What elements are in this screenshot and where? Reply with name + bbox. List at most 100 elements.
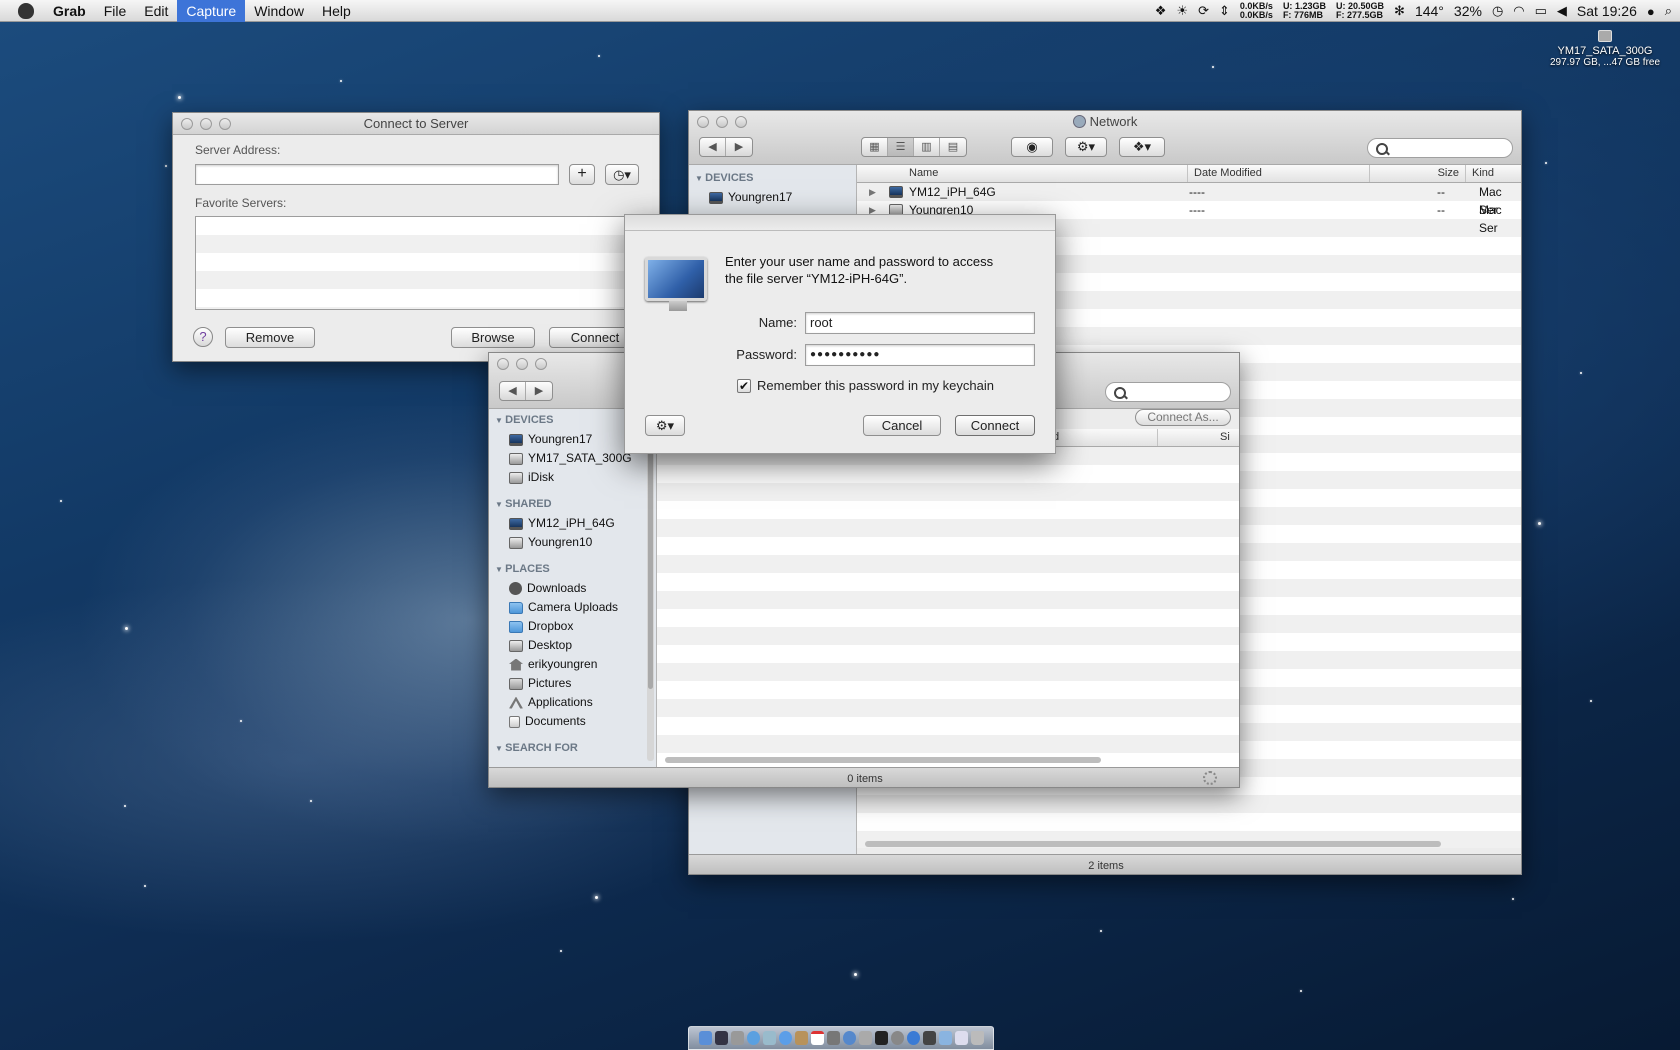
sidebar-scrollbar[interactable] <box>647 409 654 761</box>
zoom-button[interactable] <box>219 118 231 130</box>
minimize-button[interactable] <box>516 358 528 370</box>
forward-icon[interactable]: ▶ <box>526 382 552 400</box>
user-icon[interactable]: ● <box>1647 4 1655 19</box>
help-button[interactable]: ? <box>193 327 213 347</box>
minimize-button[interactable] <box>200 118 212 130</box>
list-view-icon[interactable]: ☰ <box>888 138 914 156</box>
search-field[interactable] <box>1105 382 1231 402</box>
connect-button[interactable]: Connect <box>955 415 1035 436</box>
finder-icon[interactable] <box>698 1031 712 1045</box>
window-titlebar[interactable]: Connect to Server <box>173 113 659 135</box>
sync-icon[interactable]: ⟳ <box>1198 3 1209 19</box>
menu-window[interactable]: Window <box>245 0 313 22</box>
system-preferences-icon[interactable] <box>890 1031 904 1045</box>
column-size[interactable]: Si <box>1157 429 1230 446</box>
terminal-icon[interactable] <box>874 1031 888 1045</box>
sidebar-item-dropbox[interactable]: Dropbox <box>489 617 656 636</box>
ical-icon[interactable] <box>810 1031 824 1045</box>
back-icon[interactable]: ◀ <box>700 138 726 156</box>
mail-icon[interactable] <box>762 1031 776 1045</box>
menu-edit[interactable]: Edit <box>135 0 177 22</box>
column-view-icon[interactable]: ▥ <box>914 138 940 156</box>
network-speed[interactable]: 0.0KB/s 0.0KB/s <box>1240 2 1273 20</box>
temperature[interactable]: 144° <box>1415 3 1444 19</box>
disk-usage[interactable]: U: 20.50GB F: 277.5GB <box>1336 2 1384 20</box>
itunes-icon[interactable] <box>842 1031 856 1045</box>
favorite-servers-list[interactable] <box>195 216 645 310</box>
battery-percent[interactable]: 32% <box>1454 3 1482 19</box>
forward-icon[interactable]: ▶ <box>726 138 752 156</box>
name-input[interactable]: root <box>805 312 1035 334</box>
brightness-icon[interactable]: ☀ <box>1176 3 1188 19</box>
connect-as-button[interactable]: Connect As... <box>1135 409 1231 426</box>
memory-usage[interactable]: U: 1.23GB F: 776MB <box>1283 2 1326 20</box>
sidebar-item-ym12-iph[interactable]: YM12_iPH_64G <box>489 514 656 533</box>
sidebar-header-places[interactable]: PLACES <box>489 560 656 579</box>
sidebar-item-youngren10[interactable]: Youngren10 <box>489 533 656 552</box>
action-button[interactable]: ⚙▾ <box>1065 137 1107 157</box>
remember-checkbox[interactable]: ✔ <box>737 379 751 393</box>
view-mode-buttons[interactable]: ▦ ☰ ▥ ▤ <box>861 137 967 157</box>
column-kind[interactable]: Kind <box>1465 165 1494 182</box>
dashboard-icon[interactable] <box>714 1031 728 1045</box>
launchpad-icon[interactable] <box>730 1031 744 1045</box>
sidebar-item-youngren17[interactable]: Youngren17 <box>689 188 856 207</box>
menu-help[interactable]: Help <box>313 0 360 22</box>
trash-icon[interactable] <box>970 1031 984 1045</box>
sidebar-header-devices[interactable]: DEVICES <box>689 169 856 188</box>
search-field[interactable] <box>1367 138 1513 158</box>
column-size[interactable]: Size <box>1369 165 1465 182</box>
sidebar-header-search-for[interactable]: SEARCH FOR <box>489 739 656 758</box>
clock[interactable]: Sat 19:26 <box>1577 3 1637 19</box>
cancel-button[interactable]: Cancel <box>863 415 941 436</box>
menu-capture[interactable]: Capture <box>177 0 246 22</box>
server-address-input[interactable] <box>195 164 559 185</box>
back-icon[interactable]: ◀ <box>500 382 526 400</box>
menu-app-grab[interactable]: Grab <box>44 0 95 22</box>
sidebar-item-idisk[interactable]: iDisk <box>489 468 656 487</box>
downloads-stack-icon[interactable] <box>938 1031 952 1045</box>
desktop-disk[interactable]: YM17_SATA_300G 297.97 GB, ...47 GB free <box>1540 30 1670 68</box>
column-name[interactable]: Name <box>857 165 938 182</box>
coverflow-view-icon[interactable]: ▤ <box>940 138 966 156</box>
addressbook-icon[interactable] <box>794 1031 808 1045</box>
menu-file[interactable]: File <box>95 0 136 22</box>
sidebar-item-documents[interactable]: Documents <box>489 712 656 731</box>
window-toolbar[interactable]: Network ◀ ▶ ▦ ☰ ▥ ▤ ◉ ⚙▾ ❖▾ <box>689 111 1521 165</box>
sidebar-item-camera-uploads[interactable]: Camera Uploads <box>489 598 656 617</box>
browse-button[interactable]: Browse <box>451 327 535 348</box>
dropbox-button[interactable]: ❖▾ <box>1119 137 1165 157</box>
sidebar-item-pictures[interactable]: Pictures <box>489 674 656 693</box>
photo-icon[interactable] <box>826 1031 840 1045</box>
disclosure-triangle-icon[interactable]: ▶ <box>869 183 876 201</box>
quick-look-button[interactable]: ◉ <box>1011 137 1053 157</box>
close-button[interactable] <box>497 358 509 370</box>
icon-view-icon[interactable]: ▦ <box>862 138 888 156</box>
display-icon[interactable]: ▭ <box>1535 3 1547 19</box>
back-forward-buttons[interactable]: ◀ ▶ <box>499 381 553 401</box>
preview-icon[interactable] <box>858 1031 872 1045</box>
volume-icon[interactable]: ◀ <box>1557 3 1567 19</box>
time-machine-icon[interactable]: ◷ <box>1492 3 1503 19</box>
wifi-icon[interactable]: ◠ <box>1513 3 1524 19</box>
remember-label[interactable]: Remember this password in my keychain <box>757 378 994 393</box>
remove-button[interactable]: Remove <box>225 327 315 348</box>
app-store-icon[interactable] <box>906 1031 920 1045</box>
documents-stack-icon[interactable] <box>954 1031 968 1045</box>
column-date-modified[interactable]: Date Modified <box>1187 165 1367 182</box>
horizontal-scrollbar[interactable] <box>665 757 1101 763</box>
safari-icon[interactable] <box>746 1031 760 1045</box>
file-list[interactable]: ified Si <box>657 429 1239 767</box>
sidebar-item-desktop[interactable]: Desktop <box>489 636 656 655</box>
dropbox-icon[interactable]: ❖ <box>1155 3 1167 19</box>
sidebar-item-home[interactable]: erikyoungren <box>489 655 656 674</box>
zoom-button[interactable] <box>535 358 547 370</box>
back-forward-buttons[interactable]: ◀ ▶ <box>699 137 753 157</box>
activity-monitor-icon[interactable] <box>922 1031 936 1045</box>
recent-servers-button[interactable]: ◷▾ <box>605 164 639 185</box>
sidebar-header-shared[interactable]: SHARED <box>489 495 656 514</box>
spotlight-icon[interactable]: ⌕ <box>1665 3 1672 19</box>
close-button[interactable] <box>181 118 193 130</box>
sidebar-item-downloads[interactable]: Downloads <box>489 579 656 598</box>
password-input[interactable]: ●●●●●●●●●● <box>805 344 1035 366</box>
